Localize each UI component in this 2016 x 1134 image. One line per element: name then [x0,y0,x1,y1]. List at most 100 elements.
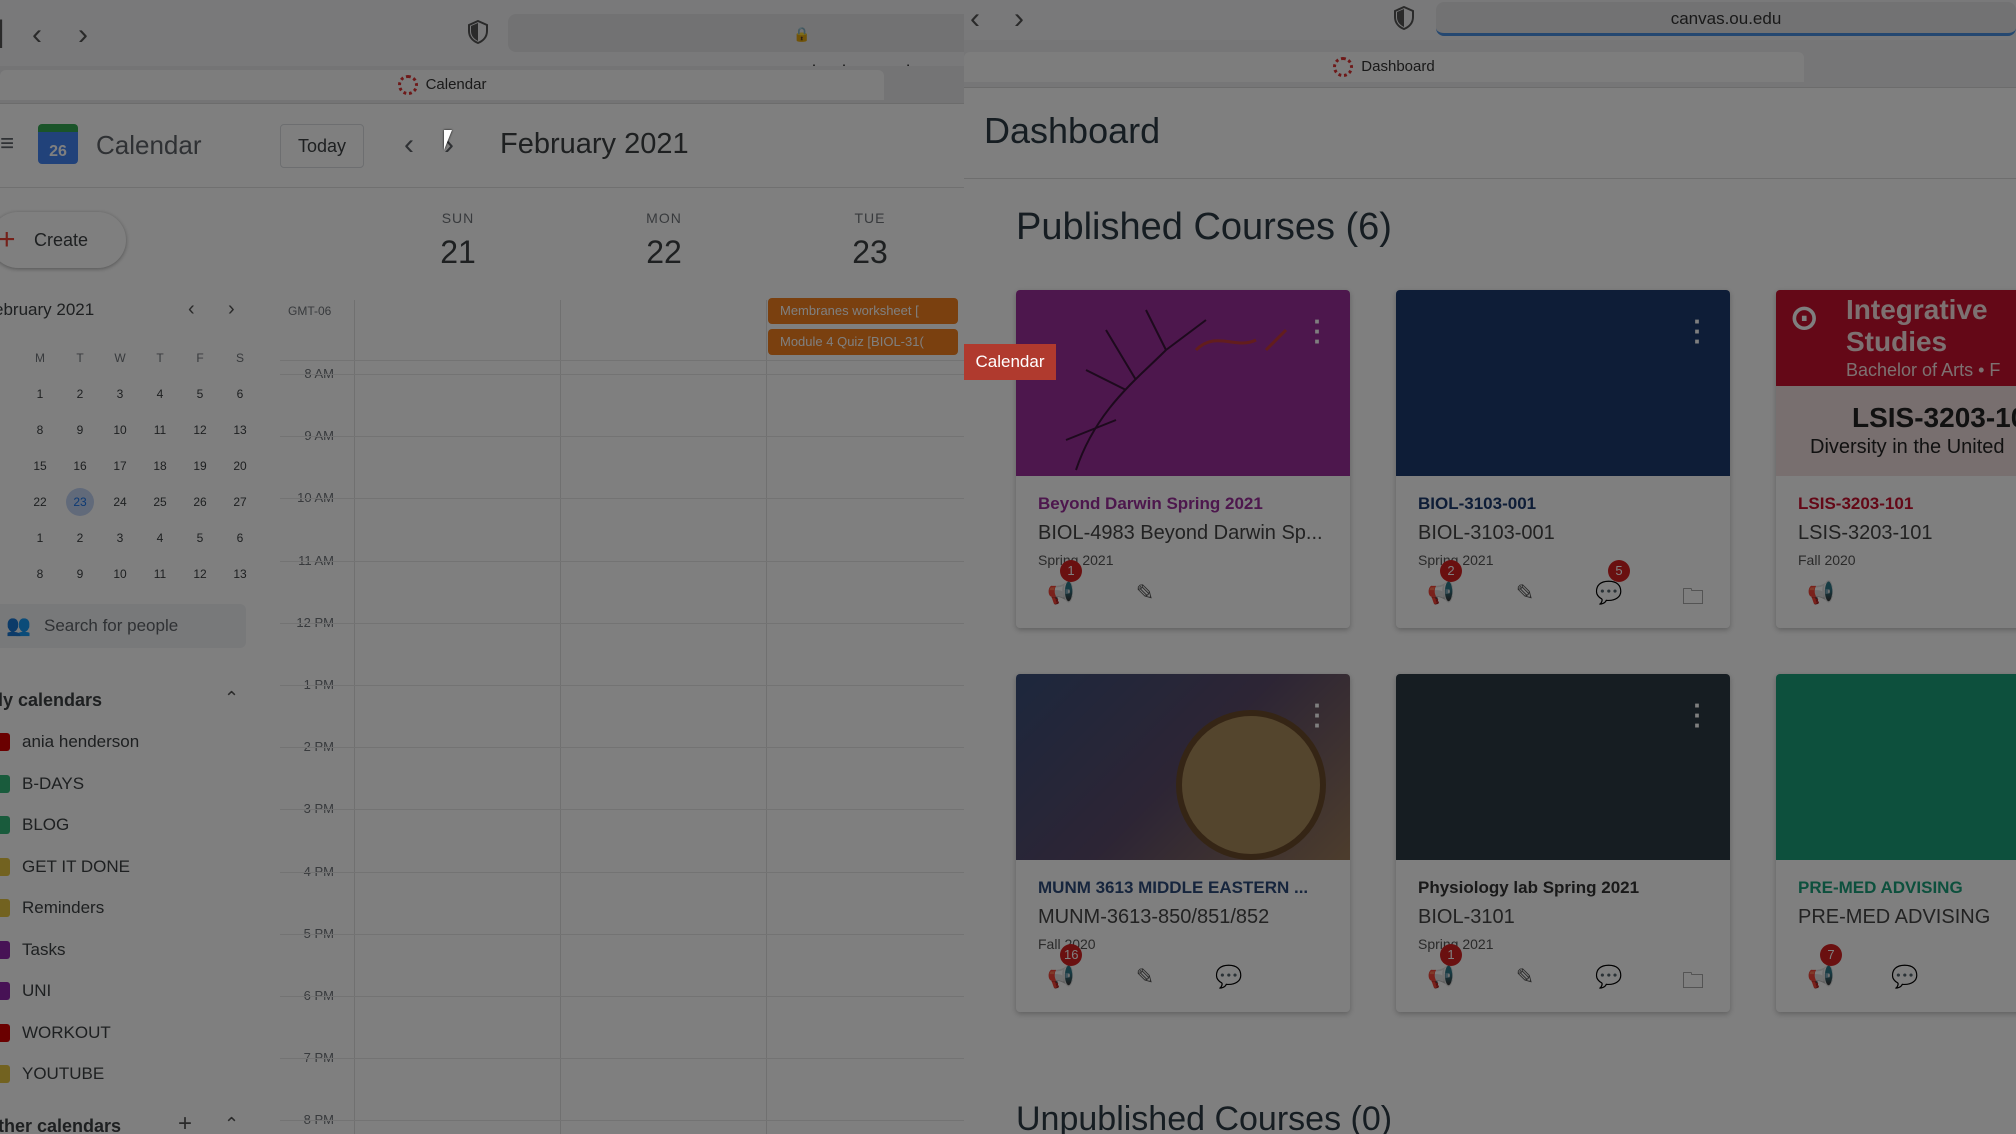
mini-day[interactable]: 9 [60,567,100,581]
other-calendars-title[interactable]: ther calendars [0,1116,121,1134]
discussion-icon[interactable]: 💬 [1890,964,1920,994]
mini-day[interactable]: 4 [140,387,180,401]
shield-icon[interactable] [1394,6,1414,30]
megaphone-icon[interactable]: 📢 1 [1426,944,1462,994]
calendar-list-item[interactable]: BLOG [0,805,69,845]
forward-icon[interactable]: › [78,18,88,52]
course-name-link[interactable]: PRE-MED ADVISING [1798,878,2016,898]
calendar-checkbox[interactable] [0,940,10,959]
mini-day[interactable]: 20 [220,459,260,473]
discussion-icon[interactable]: 💬 [1214,964,1244,994]
mini-day[interactable]: 19 [180,459,220,473]
mini-prev-icon[interactable]: ‹ [188,298,195,321]
calendar-checkbox[interactable] [0,733,10,751]
forward-icon[interactable]: › [1014,2,1024,36]
day-header-sun[interactable]: SUN 21 [408,210,508,271]
mini-day[interactable]: 5 [180,531,220,545]
card-options-icon[interactable]: · · · [1693,692,1702,738]
discussion-icon[interactable]: 💬 [1594,964,1624,994]
mini-day[interactable]: 23 [60,488,100,516]
day-header-mon[interactable]: MON 22 [614,210,714,271]
today-button[interactable]: Today [280,124,364,168]
megaphone-icon[interactable]: 📢 16 [1046,944,1083,994]
mini-day[interactable]: 17 [100,459,140,473]
mini-day[interactable]: 8 [20,423,60,437]
mini-day[interactable]: 8 [20,567,60,581]
mini-day[interactable]: 2 [60,387,100,401]
calendar-list-item[interactable]: ania henderson [0,722,139,762]
course-name-link[interactable]: MUNM 3613 MIDDLE EASTERN ... [1038,878,1338,898]
tab-calendar[interactable]: Calendar [0,70,884,100]
folder-icon[interactable]: 🗀 [1678,580,1708,610]
mini-day[interactable]: 11 [140,567,180,581]
calendar-list-item[interactable]: YOUTUBE [0,1054,104,1094]
course-card[interactable]: PRE-MED ADVISING PRE-MED ADVISING 📢 7 💬 [1776,674,2016,1012]
mini-day[interactable]: 12 [180,567,220,581]
calendar-checkbox[interactable] [0,899,10,917]
day-number[interactable]: 21 [408,234,508,271]
mini-day[interactable]: 3 [100,531,140,545]
mini-day[interactable]: 13 [220,567,260,581]
course-card-hero[interactable]: ⊙ Integrative Studies Bachelor of Arts • F L… [1776,290,2016,476]
add-calendar-icon[interactable]: + [178,1110,192,1134]
mini-day[interactable]: 15 [20,459,60,473]
mini-next-icon[interactable]: › [228,298,235,321]
calendar-checkbox[interactable] [0,982,10,1000]
address-bar[interactable]: 🔒 calendar.google.com [508,14,964,82]
calendar-list-item[interactable]: GET IT DONE [0,847,130,887]
event-chip[interactable]: Module 4 Quiz [BIOL-31( [768,329,958,355]
card-options-icon[interactable]: · · · [1313,308,1322,354]
megaphone-icon[interactable]: 📢 7 [1806,944,1842,994]
calendar-checkbox[interactable] [0,1023,10,1042]
main-menu-icon[interactable]: ≡ [0,130,14,158]
sidebar-toggle-icon[interactable]: ▏ [0,20,18,49]
day-number[interactable]: 23 [820,234,920,271]
day-header-tue[interactable]: TUE 23 [820,210,920,271]
course-card[interactable]: · · · Beyond Darwin Spring 2021 BIOL-4983 Be… [1016,290,1350,628]
course-card-hero[interactable]: · · · [1396,290,1730,476]
mini-day[interactable]: 10 [100,423,140,437]
folder-icon[interactable]: 🗀 [1678,964,1708,994]
tab-dashboard[interactable]: Dashboard [964,52,1804,82]
course-card[interactable]: · · · BIOL-3103-001 BIOL-3103-001 Spring 2021… [1396,290,1730,628]
back-icon[interactable]: ‹ [970,2,980,36]
event-chip[interactable]: Membranes worksheet [ [768,298,958,324]
course-card[interactable]: ⊙ Integrative Studies Bachelor of Arts • F L… [1776,290,2016,628]
mini-day[interactable]: 24 [100,495,140,509]
course-name-link[interactable]: BIOL-3103-001 [1418,494,1718,514]
mini-day[interactable]: 4 [140,531,180,545]
calendar-list-item[interactable]: B-DAYS [0,764,84,804]
mini-day[interactable]: 9 [60,423,100,437]
week-grid[interactable] [280,300,964,1134]
mini-day[interactable]: 16 [60,459,100,473]
course-name-link[interactable]: LSIS-3203-101 [1798,494,2016,514]
my-calendars-title[interactable]: ly calendars [0,690,102,711]
prev-week-icon[interactable]: ‹ [404,128,414,162]
create-button[interactable]: + Create [0,212,126,268]
course-card-hero[interactable]: · · · [1016,674,1350,860]
assignment-icon[interactable]: ✎ [1130,964,1160,994]
course-name-link[interactable]: Physiology lab Spring 2021 [1418,878,1718,898]
course-card-hero[interactable]: · · · [1016,290,1350,476]
mini-day[interactable]: 10 [100,567,140,581]
course-card[interactable]: · · · Physiology lab Spring 2021 BIOL-3101 Sp… [1396,674,1730,1012]
mini-day[interactable]: 11 [140,423,180,437]
mini-day[interactable]: 18 [140,459,180,473]
calendar-list-item[interactable]: UNI [0,971,51,1011]
shield-icon[interactable] [468,20,488,44]
assignment-icon[interactable]: ✎ [1510,580,1540,610]
course-card[interactable]: · · · MUNM 3613 MIDDLE EASTERN ... MUNM-3613… [1016,674,1350,1012]
calendar-checkbox[interactable] [0,816,10,834]
course-card-hero[interactable] [1776,674,2016,860]
back-icon[interactable]: ‹ [32,18,42,52]
course-name-link[interactable]: Beyond Darwin Spring 2021 [1038,494,1338,514]
calendar-list-item[interactable]: Tasks [0,930,65,970]
assignment-icon[interactable]: ✎ [1510,964,1540,994]
mini-day[interactable]: 22 [20,495,60,509]
card-options-icon[interactable]: · · · [1313,692,1322,738]
calendar-checkbox[interactable] [0,1065,10,1083]
calendar-list-item[interactable]: WORKOUT [0,1013,111,1053]
mini-day[interactable]: 1 [20,531,60,545]
day-number[interactable]: 22 [614,234,714,271]
card-options-icon[interactable]: · · · [1693,308,1702,354]
